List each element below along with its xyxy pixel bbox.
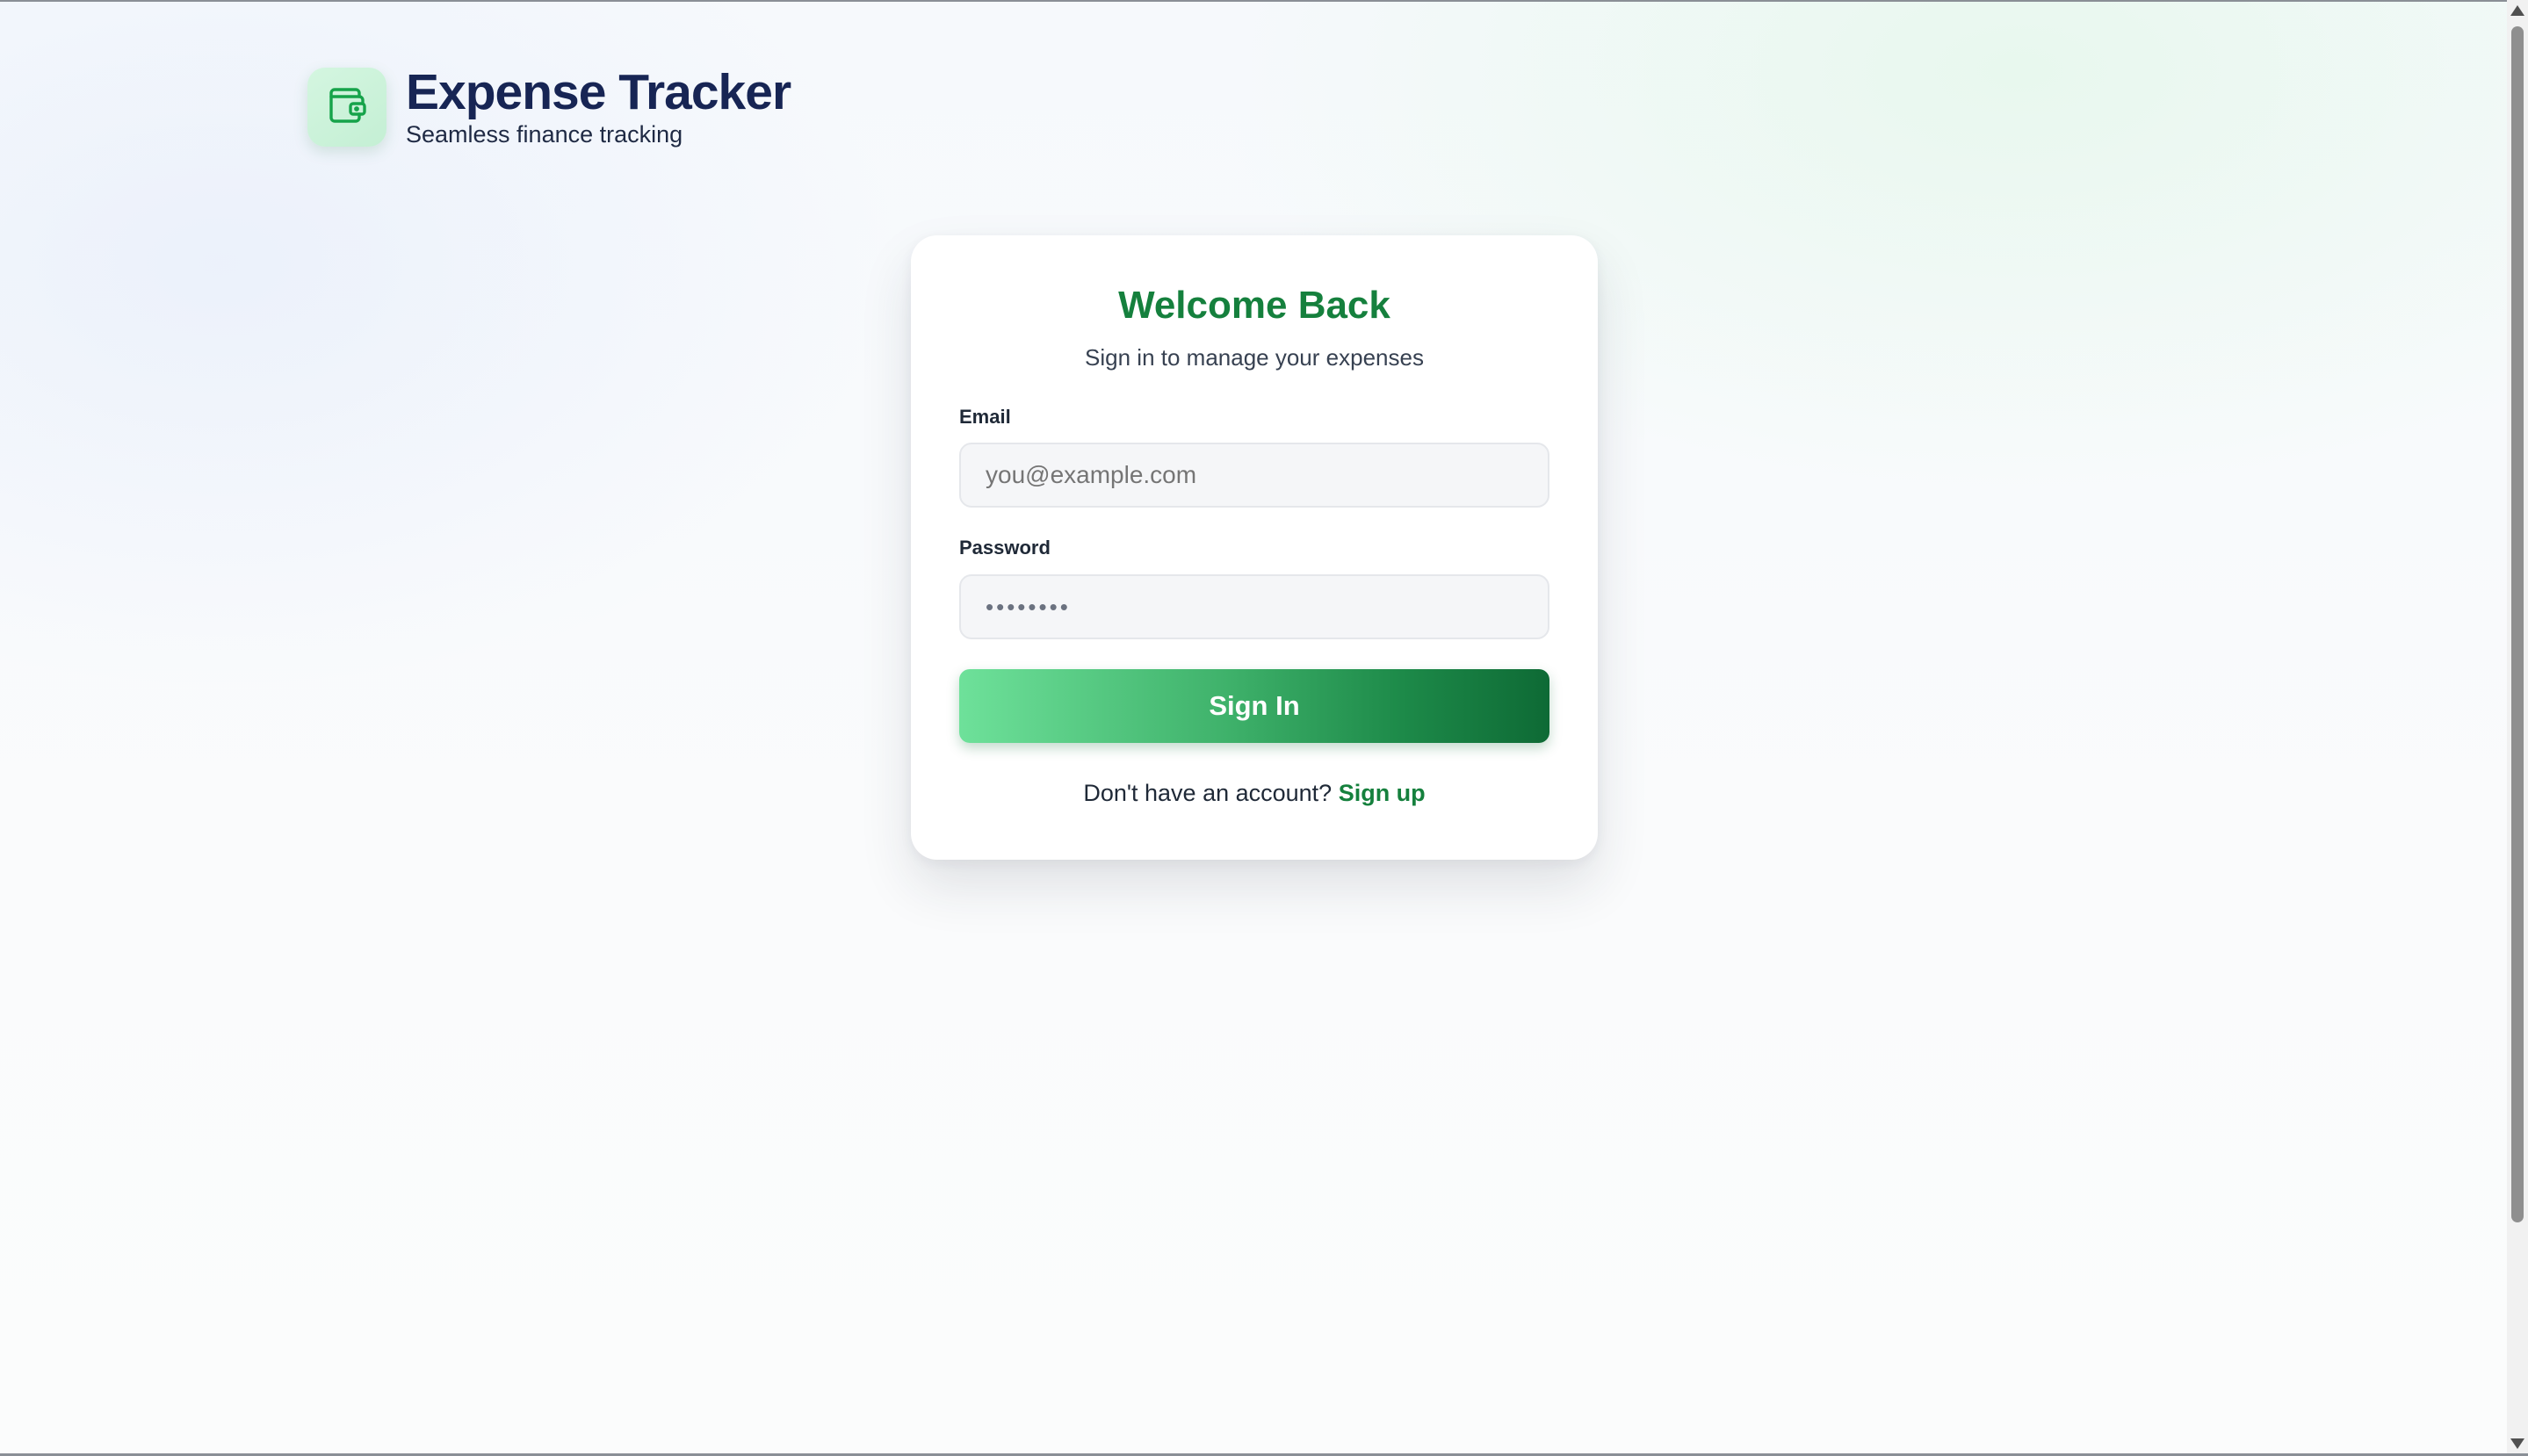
email-field[interactable] bbox=[959, 443, 1549, 508]
window-top-border bbox=[0, 0, 2528, 2]
scroll-down-arrow-icon[interactable] bbox=[2510, 1438, 2524, 1449]
login-subtitle: Sign in to manage your expenses bbox=[1085, 344, 1424, 371]
signup-prompt-row: Don't have an account? Sign up bbox=[911, 780, 1598, 807]
wallet-icon bbox=[326, 84, 368, 131]
app-title: Expense Tracker bbox=[406, 64, 791, 120]
login-card: Welcome Back Sign in to manage your expe… bbox=[911, 235, 1598, 860]
signup-prompt-text: Don't have an account? bbox=[1083, 780, 1339, 806]
app-header: Expense Tracker Seamless finance trackin… bbox=[307, 65, 791, 149]
sign-up-link[interactable]: Sign up bbox=[1339, 780, 1426, 806]
email-label: Email bbox=[959, 406, 1011, 428]
app-logo bbox=[307, 68, 386, 147]
scrollbar-thumb[interactable] bbox=[2511, 26, 2524, 1222]
scroll-up-arrow-icon[interactable] bbox=[2510, 5, 2524, 16]
sign-in-button[interactable]: Sign In bbox=[959, 669, 1549, 743]
login-title: Welcome Back bbox=[1118, 284, 1390, 327]
password-label: Password bbox=[959, 537, 1051, 559]
app-subtitle: Seamless finance tracking bbox=[406, 121, 683, 148]
password-field[interactable]: •••••••• bbox=[959, 574, 1549, 639]
